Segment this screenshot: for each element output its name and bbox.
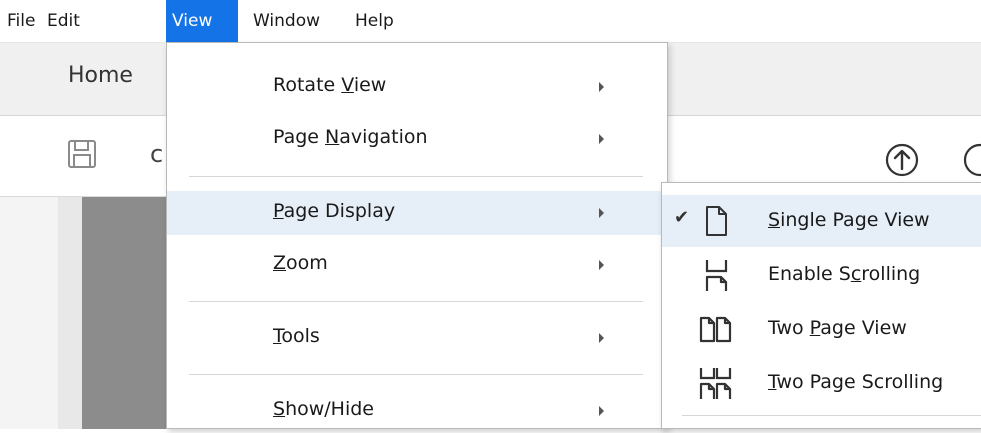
submenu-arrow-icon <box>599 208 604 218</box>
two-page-icon <box>699 316 732 343</box>
submenu-item-label: Two Page View <box>768 317 907 339</box>
submenu-separator <box>682 415 981 416</box>
save-icon[interactable] <box>66 138 98 170</box>
menu-file[interactable]: File <box>1 0 41 42</box>
partial-tool-icon[interactable]: c <box>150 140 163 168</box>
menu-item-page-navigation[interactable]: Page Navigation <box>167 117 667 161</box>
menu-item-tools[interactable]: Tools <box>167 316 667 360</box>
two-page-scrolling-icon <box>699 368 732 399</box>
submenu-item-label: Two Page Scrolling <box>768 371 944 393</box>
menu-edit[interactable]: Edit <box>41 0 86 42</box>
submenu-arrow-icon <box>599 134 604 144</box>
next-page-icon[interactable] <box>962 142 981 178</box>
submenu-item-enable-scrolling[interactable]: Enable Scrolling <box>662 249 981 301</box>
enable-scrolling-icon <box>705 260 728 291</box>
submenu-arrow-icon <box>599 260 604 270</box>
submenu-item-two-page-scrolling[interactable]: Two Page Scrolling <box>662 357 981 409</box>
submenu-item-label: Single Page View <box>768 209 930 231</box>
submenu-item-label: Enable Scrolling <box>768 263 921 285</box>
submenu-arrow-icon <box>599 333 604 343</box>
page-display-submenu: ✔ Single Page View Enable Scrolling Two … <box>661 182 981 429</box>
menu-item-rotate-view[interactable]: Rotate View <box>167 65 667 109</box>
single-page-icon <box>706 206 727 236</box>
submenu-arrow-icon <box>599 406 604 416</box>
submenu-arrow-icon <box>599 82 604 92</box>
menu-separator <box>189 301 643 302</box>
menu-separator <box>189 176 643 177</box>
tab-home[interactable]: Home <box>68 63 133 88</box>
menu-bar: File Edit View Window Help <box>0 0 981 43</box>
menu-item-zoom[interactable]: Zoom <box>167 243 667 287</box>
left-panel-strip <box>58 197 82 429</box>
menu-item-label: Tools <box>273 325 320 347</box>
menu-help[interactable]: Help <box>349 0 400 42</box>
document-background <box>82 197 172 429</box>
previous-page-icon[interactable] <box>884 142 920 178</box>
submenu-item-two-page-view[interactable]: Two Page View <box>662 303 981 355</box>
menu-item-show-hide[interactable]: Show/Hide <box>167 389 667 433</box>
menu-item-label: Page Navigation <box>273 126 428 148</box>
menu-view[interactable]: View <box>166 0 238 42</box>
menu-item-label: Zoom <box>273 252 328 274</box>
menu-item-page-display[interactable]: Page Display <box>167 191 667 235</box>
checkmark-icon: ✔ <box>674 207 690 228</box>
menu-item-label: Show/Hide <box>273 398 374 420</box>
menu-item-label: Rotate View <box>273 74 387 96</box>
view-menu: Rotate View Page Navigation Page Display… <box>166 42 668 429</box>
menu-separator <box>189 374 643 375</box>
menu-window[interactable]: Window <box>247 0 326 42</box>
submenu-item-single-page-view[interactable]: ✔ Single Page View <box>662 195 981 247</box>
menu-item-label: Page Display <box>273 200 396 222</box>
